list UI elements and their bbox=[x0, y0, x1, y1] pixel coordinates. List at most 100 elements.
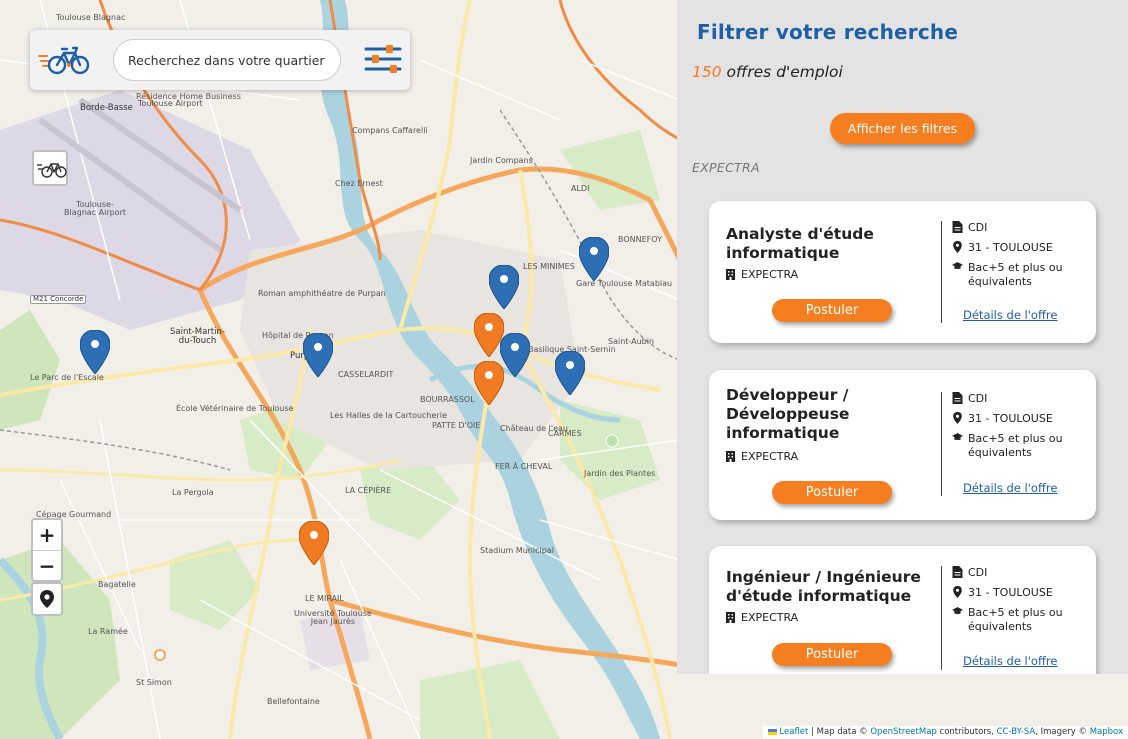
map-label: CASSELARDIT bbox=[338, 370, 394, 379]
document-icon bbox=[952, 392, 963, 404]
document-icon bbox=[952, 566, 963, 578]
card-divider bbox=[941, 566, 942, 670]
map-label: Chez Ernest bbox=[335, 179, 383, 188]
apply-button[interactable]: Postuler bbox=[772, 299, 892, 322]
app-root: Toulouse Blagnac Borde-Basse Résidence H… bbox=[0, 0, 1128, 739]
search-input[interactable] bbox=[113, 39, 341, 81]
map-label: Toulouse- Blagnac Airport bbox=[64, 200, 126, 217]
map-label: Toulouse Blagnac bbox=[56, 13, 126, 22]
map-label: FER À CHEVAL bbox=[495, 462, 553, 471]
sliders-icon[interactable] bbox=[364, 44, 402, 74]
zoom-out-button[interactable]: − bbox=[33, 550, 61, 580]
show-filters-button[interactable]: Afficher les filtres bbox=[830, 113, 975, 144]
apply-button[interactable]: Postuler bbox=[772, 481, 892, 504]
blue-marker-icon[interactable] bbox=[579, 237, 609, 281]
offer-title: Développeur / Développeuse informatique bbox=[726, 386, 850, 442]
building-icon bbox=[726, 269, 735, 280]
result-count-label: offres d'emploi bbox=[726, 63, 843, 81]
blue-marker-icon[interactable] bbox=[80, 330, 110, 374]
offer-company-name: EXPECTRA bbox=[741, 611, 799, 624]
offer-location: 31 - TOULOUSE bbox=[968, 412, 1053, 425]
ukraine-flag-icon bbox=[767, 728, 777, 735]
card-divider bbox=[941, 221, 942, 323]
mapbox-link[interactable]: Mapbox bbox=[1090, 727, 1123, 737]
map-marker-icon bbox=[953, 412, 962, 424]
map-label: École Vétérinaire de Toulouse bbox=[176, 404, 294, 413]
map-label: La Pergola bbox=[172, 488, 214, 497]
attribution-text: contributors, bbox=[936, 727, 997, 737]
map-label: M21 Concorde bbox=[30, 295, 87, 304]
map-label: LA CÉPIÈRE bbox=[345, 486, 392, 495]
offer-education: Bac+5 et plus ou équivalents bbox=[968, 432, 1063, 459]
search-bar bbox=[30, 30, 410, 90]
blue-marker-icon[interactable] bbox=[555, 351, 585, 395]
map-label: Jardin Compans bbox=[470, 156, 533, 165]
bike-layer-toggle[interactable] bbox=[32, 150, 68, 186]
section-label: EXPECTRA bbox=[692, 160, 760, 175]
map-marker-icon bbox=[953, 241, 962, 253]
graduation-cap-icon bbox=[952, 607, 963, 614]
offer-meta: CDI 31 - TOULOUSE Bac+5 et plus ou équiv… bbox=[952, 392, 1092, 466]
map-label: BOURRASSOL bbox=[420, 395, 475, 404]
offer-location: 31 - TOULOUSE bbox=[968, 586, 1053, 599]
apply-button[interactable]: Postuler bbox=[772, 643, 892, 666]
blue-marker-icon[interactable] bbox=[500, 333, 530, 377]
license-link[interactable]: CC-BY-SA bbox=[997, 727, 1036, 737]
bicycle-icon bbox=[37, 163, 67, 178]
map-marker-icon bbox=[953, 586, 962, 598]
orange-marker-icon[interactable] bbox=[474, 361, 504, 405]
graduation-cap-icon bbox=[952, 262, 963, 269]
orange-marker-icon[interactable] bbox=[474, 313, 504, 357]
map-label: LES MINIMES bbox=[523, 262, 575, 271]
map-attribution: Leaflet | Map data © OpenStreetMap contr… bbox=[762, 726, 1128, 739]
leaflet-link[interactable]: Leaflet bbox=[779, 727, 808, 737]
offer-meta: CDI 31 - TOULOUSE Bac+5 et plus ou équiv… bbox=[952, 566, 1092, 640]
building-icon bbox=[726, 451, 735, 462]
map-label: Saint-Martin- du-Touch bbox=[170, 327, 225, 346]
map-label: Le Parc de l'Escale bbox=[30, 373, 104, 382]
osm-link[interactable]: OpenStreetMap bbox=[870, 727, 936, 737]
blue-marker-icon[interactable] bbox=[489, 265, 519, 309]
offer-meta: CDI 31 - TOULOUSE Bac+5 et plus ou équiv… bbox=[952, 221, 1092, 295]
offer-details-link[interactable]: Détails de l'offre bbox=[963, 308, 1057, 322]
attribution-text: , Imagery © bbox=[1035, 727, 1090, 737]
offer-contract: CDI bbox=[968, 221, 988, 234]
panel-title: Filtrer votre recherche bbox=[697, 20, 959, 44]
locate-button[interactable] bbox=[31, 582, 63, 616]
map-label: Borde-Basse bbox=[80, 103, 133, 113]
offer-company-name: EXPECTRA bbox=[741, 268, 799, 281]
offer-details-link[interactable]: Détails de l'offre bbox=[963, 481, 1057, 495]
blue-marker-icon[interactable] bbox=[303, 333, 333, 377]
zoom-in-button[interactable]: + bbox=[33, 520, 61, 550]
map-label: PATTE D'OIE bbox=[432, 421, 481, 430]
map-label: Les Halles de la Cartoucherie bbox=[330, 411, 447, 420]
orange-marker-icon[interactable] bbox=[299, 521, 329, 565]
attribution-text: | Map data © bbox=[808, 727, 871, 737]
offer-company: EXPECTRA bbox=[726, 611, 798, 624]
map-label: Toulouse Airport bbox=[138, 99, 203, 108]
result-count-number: 150 bbox=[692, 63, 722, 81]
offer-card: Analyste d'étude informatique EXPECTRA P… bbox=[709, 201, 1096, 343]
map-label: St Simon bbox=[136, 678, 172, 687]
map-label: Bellefontaine bbox=[267, 697, 320, 706]
map-label: LE MIRAIL bbox=[305, 594, 344, 603]
building-icon bbox=[726, 612, 735, 623]
offer-company-name: EXPECTRA bbox=[741, 450, 799, 463]
results-count: 150 offres d'emploi bbox=[692, 63, 843, 81]
map-label: Gare Toulouse Matabiau bbox=[576, 279, 673, 288]
map-label: La Ramée bbox=[88, 627, 128, 636]
offer-education: Bac+5 et plus ou équivalents bbox=[968, 261, 1063, 288]
document-icon bbox=[952, 221, 963, 233]
offer-card: Développeur / Développeuse informatique … bbox=[709, 370, 1096, 520]
offer-education: Bac+5 et plus ou équivalents bbox=[968, 606, 1063, 633]
map-label: ALDI bbox=[571, 184, 590, 193]
map-label: Compans Caffarelli bbox=[352, 126, 428, 135]
offer-location: 31 - TOULOUSE bbox=[968, 241, 1053, 254]
offer-details-link[interactable]: Détails de l'offre bbox=[963, 654, 1057, 668]
card-divider bbox=[941, 392, 942, 496]
offer-contract: CDI bbox=[968, 392, 988, 405]
offer-company: EXPECTRA bbox=[726, 450, 798, 463]
bike-speed-icon[interactable] bbox=[38, 44, 90, 76]
map-marker-icon bbox=[40, 590, 54, 608]
offer-title: Analyste d'étude informatique bbox=[726, 225, 874, 262]
